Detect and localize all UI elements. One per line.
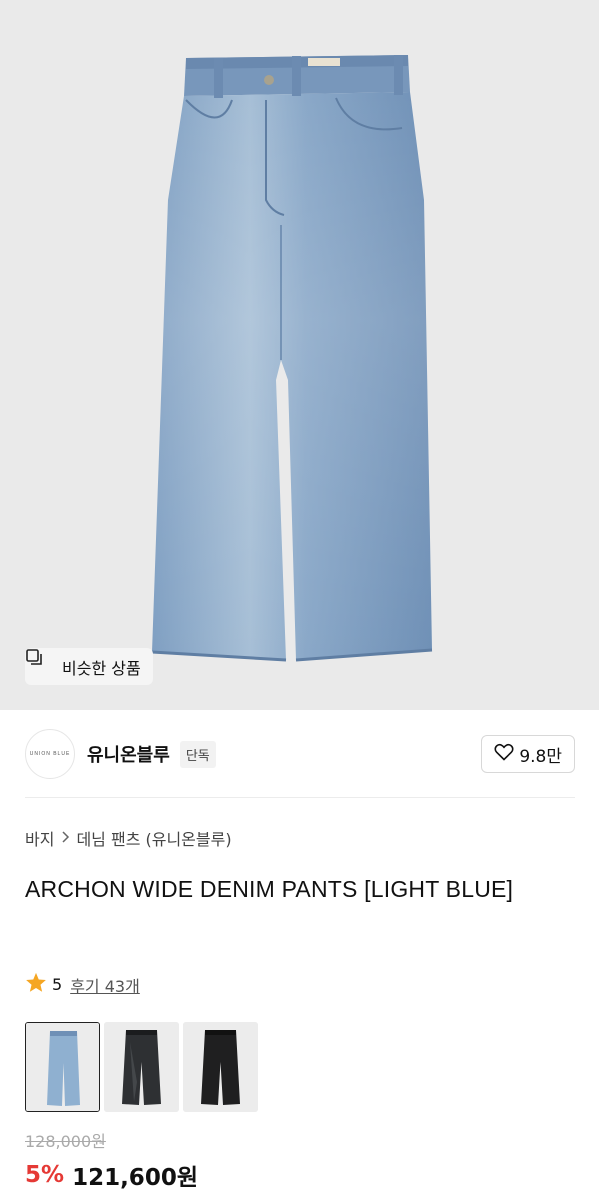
color-options (25, 1022, 258, 1112)
brand-logo[interactable]: UNION BLUE (25, 729, 75, 779)
like-button[interactable]: 9.8만 (481, 735, 575, 773)
exclusive-badge: 단독 (179, 740, 216, 768)
similar-items-icon (26, 649, 55, 676)
breadcrumb: 바지 데님 팬츠 (유니온블루) (25, 826, 232, 850)
color-option-black-washed[interactable] (104, 1022, 179, 1112)
product-title: ARCHON WIDE DENIM PANTS [LIGHT BLUE] (25, 876, 514, 902)
price-row: 5% 121,600원 (25, 1158, 198, 1192)
original-price: 128,000원 (25, 1132, 106, 1151)
brand-name[interactable]: 유니온블루 (87, 741, 170, 767)
color-option-black[interactable] (183, 1022, 258, 1112)
brand-logo-text: UNION BLUE (29, 751, 71, 757)
chevron-right-icon (60, 829, 70, 847)
heart-outline-icon (494, 743, 514, 766)
discount-rate: 5% (25, 1162, 65, 1188)
jeans-thumb-black-washed (104, 1022, 179, 1112)
like-count: 9.8만 (519, 746, 562, 767)
review-count-link[interactable]: 후기 43개 (70, 973, 140, 997)
jeans-thumb-light-blue (26, 1023, 99, 1111)
breadcrumb-item-denim[interactable]: 데님 팬츠 (유니온블루) (76, 826, 231, 850)
rating-score: 5 (52, 975, 63, 994)
rating-row: 5 후기 43개 (25, 972, 140, 997)
product-hero-image[interactable]: 비슷한 상품 (0, 0, 599, 710)
star-icon (25, 972, 47, 997)
breadcrumb-item-pants[interactable]: 바지 (25, 826, 54, 850)
sale-price: 121,600원 (72, 1165, 198, 1191)
divider (25, 797, 575, 798)
similar-items-label: 비슷한 상품 (62, 658, 141, 678)
jeans-illustration (151, 55, 433, 662)
jeans-thumb-black (183, 1022, 258, 1112)
color-option-light-blue[interactable] (25, 1022, 100, 1112)
brand-row: UNION BLUE 유니온블루 단독 9.8만 (25, 729, 575, 779)
similar-items-button[interactable]: 비슷한 상품 (25, 648, 153, 685)
